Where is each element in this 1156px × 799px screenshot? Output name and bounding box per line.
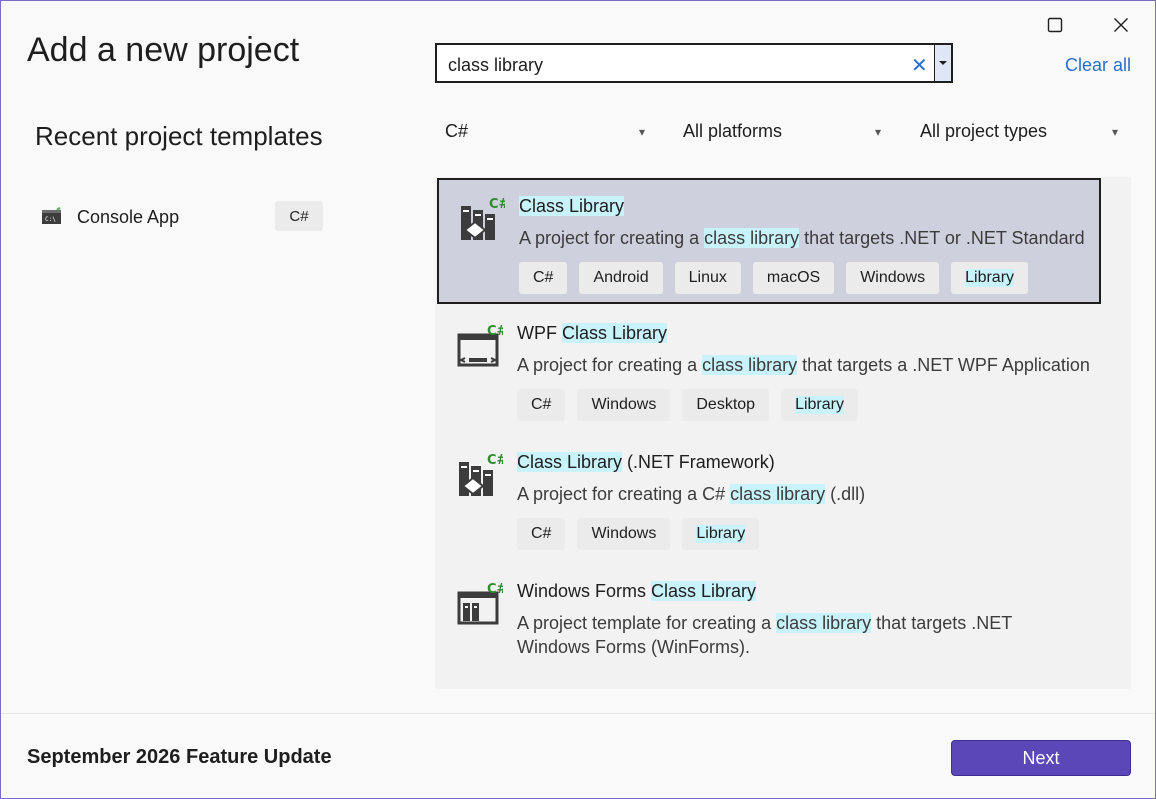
tag-library: Library xyxy=(682,518,760,550)
search-history-dropdown[interactable] xyxy=(934,45,951,81)
platform-filter[interactable]: All platforms ▾ xyxy=(683,121,891,149)
template-tags: C# Windows Library xyxy=(517,518,760,550)
dialog-window: Add a new project class library ✕ Clear … xyxy=(0,0,1156,799)
template-description: A project for creating a C# class librar… xyxy=(517,484,866,504)
tag-library: Library xyxy=(781,389,858,421)
svg-text:C#: C# xyxy=(487,582,503,597)
template-item-wpf-class-library[interactable]: C# WPF Class Library A project for creat… xyxy=(437,307,1101,433)
svg-text:C#: C# xyxy=(487,453,503,468)
platform-filter-value: All platforms xyxy=(683,121,783,141)
recent-template-console-app[interactable]: C:\ # Console App C# xyxy=(41,201,323,233)
template-tags: C# Windows Desktop Library xyxy=(517,389,858,421)
search-box[interactable]: class library ✕ xyxy=(435,43,953,83)
dialog-title: Add a new project xyxy=(27,31,300,69)
project-type-filter-value: All project types xyxy=(920,121,1048,141)
dialog-footer: September 2026 Feature Update Next xyxy=(1,713,1155,798)
svg-text:C:\: C:\ xyxy=(45,216,56,223)
class-library-icon: C# xyxy=(459,453,503,496)
language-filter-value: C# xyxy=(445,121,469,141)
svg-text:#: # xyxy=(56,207,61,213)
search-input[interactable]: class library xyxy=(448,55,543,76)
template-item-class-library-net-framework[interactable]: C# Class Library (.NET Framework) A proj… xyxy=(437,436,1101,562)
template-name: Class Library xyxy=(519,196,625,216)
chevron-down-icon: ▾ xyxy=(875,125,882,139)
windows-forms-class-library-icon: C# xyxy=(457,582,503,625)
template-tags: C# Android Linux macOS Windows Library xyxy=(519,262,1029,294)
template-description: A project for creating a class library t… xyxy=(519,228,1085,248)
version-label: September 2026 Feature Update xyxy=(27,746,332,768)
tag: Windows xyxy=(577,389,671,421)
project-type-filter[interactable]: All project types ▾ xyxy=(920,121,1128,149)
tag-library: Library xyxy=(951,262,1029,294)
tag: Desktop xyxy=(682,389,770,421)
class-library-icon: C# xyxy=(461,197,505,240)
wpf-class-library-icon: C# xyxy=(457,324,503,367)
chevron-down-icon: ▾ xyxy=(639,125,646,139)
clear-search-icon[interactable]: ✕ xyxy=(911,53,928,78)
template-name: Class Library (.NET Framework) xyxy=(517,452,775,472)
template-name: Windows Forms Class Library xyxy=(517,581,757,601)
template-list[interactable]: C# Class Library A project for creating … xyxy=(435,177,1131,689)
tag: C# xyxy=(517,389,566,421)
clear-all-link[interactable]: Clear all xyxy=(1065,55,1131,76)
close-button[interactable] xyxy=(1105,11,1137,39)
tag: Windows xyxy=(846,262,940,294)
language-tag: C# xyxy=(275,201,323,231)
chevron-down-icon: ▾ xyxy=(1112,125,1119,139)
template-item-class-library[interactable]: C# Class Library A project for creating … xyxy=(437,178,1101,304)
tag: Windows xyxy=(577,518,671,550)
language-filter[interactable]: C# ▾ xyxy=(445,121,653,149)
chevron-down-icon xyxy=(939,61,947,65)
tag: C# xyxy=(517,518,566,550)
list-scroll-fade xyxy=(435,665,1131,689)
template-description: A project for creating a class library t… xyxy=(517,355,1090,375)
template-description: A project template for creating a class … xyxy=(517,613,1013,657)
svg-text:C#: C# xyxy=(487,324,503,339)
tag: macOS xyxy=(752,262,835,294)
maximize-button[interactable] xyxy=(1039,11,1071,39)
tag: Linux xyxy=(674,262,741,294)
template-name: WPF Class Library xyxy=(517,323,668,343)
recent-templates-heading: Recent project templates xyxy=(35,121,323,151)
recent-template-label: Console App xyxy=(77,207,180,227)
tag: C# xyxy=(519,262,568,294)
next-button[interactable]: Next xyxy=(951,740,1131,776)
maximize-icon xyxy=(1047,17,1063,33)
svg-text:C#: C# xyxy=(489,197,505,212)
tag: Android xyxy=(579,262,663,294)
close-icon xyxy=(1114,18,1128,32)
console-app-icon: C:\ # xyxy=(42,207,61,224)
